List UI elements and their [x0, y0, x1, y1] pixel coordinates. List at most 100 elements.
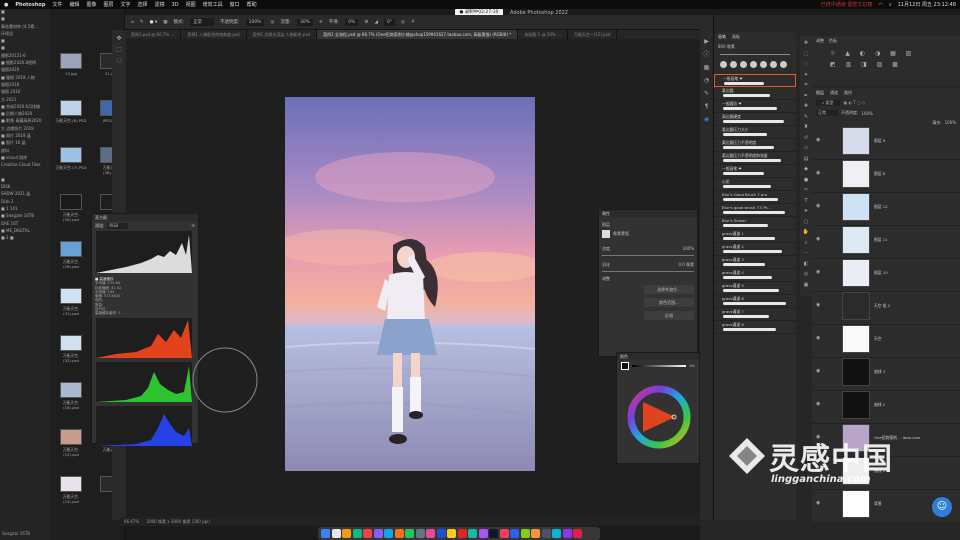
finder-sidebar-item[interactable]: 事务素材库 (4.5素...: [0, 24, 50, 31]
dock-app-icon[interactable]: [405, 529, 414, 538]
menu-image[interactable]: 图像: [86, 1, 96, 8]
document-canvas-image[interactable]: [285, 97, 535, 471]
dock-app-icon[interactable]: [426, 529, 435, 538]
file-name[interactable]: 万能天空-(29).psd: [55, 259, 87, 269]
finder-sidebar-item[interactable]: 服图2018: [0, 82, 50, 89]
file-thumbnail[interactable]: [60, 476, 82, 492]
layer-thumbnail[interactable]: [842, 127, 870, 155]
mode-select[interactable]: 正常: [190, 18, 215, 26]
tab-doc-1[interactable]: 案例1.psd @ 66.7% ...: [125, 30, 182, 39]
quick-mask-icon[interactable]: ◎: [800, 269, 812, 280]
smoothing-settings-icon[interactable]: ⚙: [364, 20, 368, 25]
finder-sidebar-item[interactable]: Creative Cloud Files: [0, 162, 50, 169]
finder-sidebar-item[interactable]: GRE 16T: [0, 221, 50, 228]
file-thumbnail[interactable]: [60, 382, 82, 398]
dock-app-icon[interactable]: [415, 529, 425, 538]
dock-app-icon[interactable]: [520, 529, 530, 538]
tab-brushes[interactable]: 画笔: [718, 34, 726, 40]
layer-filter-select[interactable]: ⌕ 类型: [816, 100, 840, 106]
channel-select[interactable]: RGB: [107, 223, 128, 229]
tab-layers[interactable]: 图层: [816, 90, 824, 96]
pressure-opacity-icon[interactable]: ◎: [270, 20, 274, 25]
crop-icon[interactable]: ⌗: [800, 80, 812, 91]
color-slider[interactable]: [632, 365, 687, 367]
visibility-eye-icon[interactable]: ◉: [816, 203, 820, 209]
tab-doc-active[interactable]: 案例1 全流程.psd @ 66.7% (One招商案例小铺@shop15994…: [317, 30, 519, 39]
healing-icon[interactable]: ✚: [800, 101, 812, 112]
brush-preset-item[interactable]: 柔边圆压力不透明度: [714, 139, 796, 152]
layer-filter-icons[interactable]: ▣ ◐ T ▢ ◇: [844, 100, 866, 106]
finder-sidebar-item[interactable]: 服图 2016: [0, 89, 50, 96]
file-name[interactable]: 13.jpg: [55, 71, 87, 77]
brush-preset-item[interactable]: gravs通道 6: [714, 295, 796, 308]
brush-preset-item[interactable]: Blur's good brush 7.0 Pr...: [714, 204, 796, 217]
density-slider[interactable]: [602, 255, 694, 256]
file-name[interactable]: 万能天空-(14).psd: [55, 494, 87, 504]
layer-row[interactable]: ◉ 图层 10: [812, 256, 960, 292]
color-range-button[interactable]: 颜色范围...: [644, 298, 694, 307]
angle-input[interactable]: 0°: [383, 18, 396, 26]
history-brush-icon[interactable]: ↺: [800, 133, 812, 144]
dock-app-icon[interactable]: [373, 529, 383, 538]
feather-slider[interactable]: [602, 271, 694, 272]
tab-swatches[interactable]: 色板: [829, 38, 837, 44]
brush-icon[interactable]: ✎: [800, 112, 812, 123]
brush-preset-item[interactable]: 一般画笔 ❤: [714, 165, 796, 178]
dock-app-icon[interactable]: [531, 529, 540, 538]
visibility-eye-icon[interactable]: ◉: [816, 137, 820, 143]
dock-app-icon[interactable]: [436, 529, 446, 538]
tab-paths[interactable]: 路径: [844, 90, 852, 96]
gradient-icon[interactable]: ▤: [800, 154, 812, 165]
density-value[interactable]: 100%: [683, 244, 694, 253]
feather-value[interactable]: 0.0 像素: [678, 260, 694, 269]
dock-app-icon[interactable]: [541, 529, 551, 538]
brush-preset-item[interactable]: gravs通道 8: [714, 321, 796, 334]
dock-app-icon[interactable]: [499, 529, 509, 538]
layer-thumbnail[interactable]: [842, 391, 870, 419]
mask-thumbnail[interactable]: [602, 229, 610, 238]
menu-select[interactable]: 选择: [138, 1, 148, 8]
invert-button[interactable]: 反相: [644, 311, 694, 320]
layer-name[interactable]: 图层 10: [874, 270, 888, 276]
finder-sidebar-item[interactable]: 度料: [0, 148, 50, 155]
tab-channels[interactable]: 通道: [830, 90, 838, 96]
adjustment-icons[interactable]: ☼ ▲ ◐ ◑ ▦ ▨: [812, 46, 960, 61]
layer-row[interactable]: ◉ 曲线 2: [812, 388, 960, 424]
brush-size-slider[interactable]: [720, 54, 790, 55]
layer-thumbnail[interactable]: [842, 325, 870, 353]
airbrush-icon[interactable]: ✈: [319, 20, 323, 25]
finder-sidebar-item[interactable]: ■ 影像 青藏高原2020: [0, 118, 50, 125]
select-and-mask-button[interactable]: 选择并遮住...: [644, 285, 694, 294]
brush-preset-item[interactable]: gravs通道 2: [714, 243, 796, 256]
dodge-icon[interactable]: ●: [800, 175, 812, 186]
app-menu[interactable]: Photoshop: [15, 2, 45, 8]
finder-sidebar-item[interactable]: ■: [0, 16, 50, 23]
symmetry-icon[interactable]: ⚘: [411, 20, 415, 25]
layer-name[interactable]: 图层 11: [874, 237, 888, 243]
file-thumbnail[interactable]: [60, 429, 82, 445]
finder-sidebar-item[interactable]: ■ icloud 照库: [0, 155, 50, 162]
move-tool-icon[interactable]: ✥: [112, 33, 126, 44]
finder-sidebar-item[interactable]: DISK: [0, 184, 50, 191]
more-tools-icon[interactable]: ⋯: [800, 248, 812, 259]
menu-view[interactable]: 视图: [186, 1, 196, 8]
eyedropper-icon[interactable]: ✒: [800, 91, 812, 102]
home-icon[interactable]: ⌂: [131, 20, 134, 25]
brush-preset-item[interactable]: gravs通道 3: [714, 256, 796, 269]
dock-app-icon[interactable]: [363, 529, 372, 538]
layer-name[interactable]: 图层 12: [874, 204, 888, 210]
layer-row[interactable]: ◉ 曲线 3: [812, 355, 960, 391]
visibility-eye-icon[interactable]: ◉: [816, 302, 820, 308]
visibility-eye-icon[interactable]: ◉: [816, 368, 820, 374]
screen-mode-icon[interactable]: ▣: [800, 280, 812, 291]
color-swatches-icon[interactable]: ◧: [800, 259, 812, 270]
info-icon[interactable]: ⓘ: [700, 48, 713, 61]
smoothing-input[interactable]: 0%: [345, 18, 359, 26]
brush-preset-item[interactable]: gravs通道 1: [714, 230, 796, 243]
brush-preset-item[interactable]: gravs通道 4: [714, 269, 796, 282]
wifi-icon[interactable]: ◠: [878, 2, 882, 8]
path-select-icon[interactable]: ➤: [800, 206, 812, 217]
finder-sidebar-item[interactable]: SHDW 2021 晶: [0, 191, 50, 198]
shape-icon[interactable]: ▢: [800, 217, 812, 228]
grid-icon[interactable]: ▦: [700, 61, 713, 74]
